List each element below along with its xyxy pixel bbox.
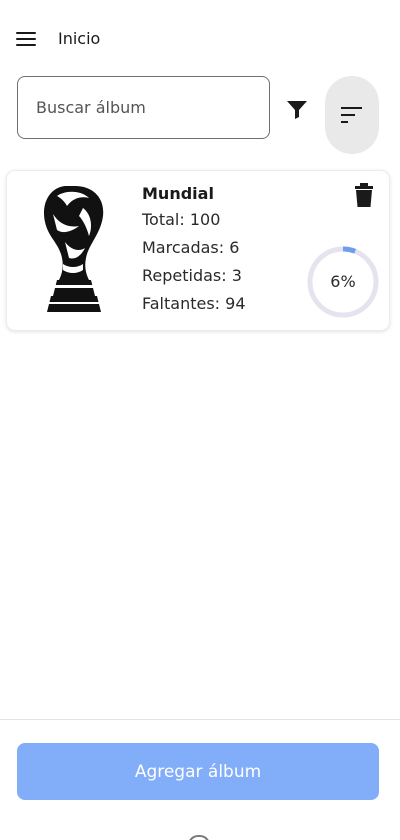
album-card[interactable]: Mundial Total: 100 Marcadas: 6 Repetidas… (7, 171, 389, 330)
trophy-image (43, 186, 104, 312)
page-title: Inicio (58, 29, 101, 48)
footer-divider (0, 719, 400, 720)
sort-button[interactable] (325, 76, 379, 154)
album-info: Mundial Total: 100 Marcadas: 6 Repetidas… (142, 182, 246, 318)
add-album-button[interactable]: Agregar álbum (17, 743, 379, 800)
album-total: Total: 100 (142, 210, 221, 229)
album-repetidas: Repetidas: 3 (142, 266, 242, 285)
app-header: Inicio (0, 0, 400, 78)
album-faltantes: Faltantes: 94 (142, 294, 246, 313)
trash-icon[interactable] (353, 183, 375, 209)
search-input[interactable] (17, 76, 270, 139)
sort-icon (341, 107, 362, 123)
menu-icon[interactable] (14, 29, 38, 49)
filter-icon[interactable] (284, 96, 310, 122)
album-title: Mundial (142, 184, 214, 203)
home-indicator (188, 835, 210, 840)
album-marcadas: Marcadas: 6 (142, 238, 240, 257)
progress-label: 6% (330, 272, 356, 291)
